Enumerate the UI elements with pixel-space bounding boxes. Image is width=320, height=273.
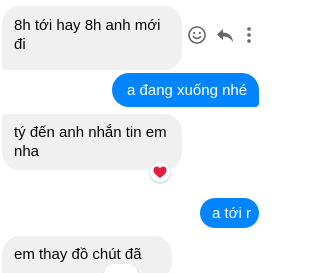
message-incoming[interactable]: tý đến anh nhắn tin em nha [2,114,182,170]
react-button[interactable] [186,24,208,46]
message-text: a đang xuống nhé [127,82,248,99]
reaction-badge[interactable] [150,162,170,182]
reaction-badge-partial[interactable] [104,264,138,273]
message-text: em thay đồ chút đã [14,246,142,263]
reply-icon [217,29,233,42]
message-outgoing[interactable]: a tới r [200,198,259,228]
more-button[interactable] [242,24,256,46]
smiley-icon [188,26,206,44]
more-vertical-icon [247,27,251,43]
message-incoming[interactable]: 8h tới hay 8h anh mới đi [2,6,182,70]
message-text: tý đến anh nhắn tin em nha [14,124,167,160]
heart-icon [153,166,167,178]
message-incoming[interactable]: em thay đồ chút đã [2,236,172,273]
message-actions [186,24,266,50]
message-text: a tới r [212,205,252,222]
message-outgoing[interactable]: a đang xuống nhé [112,73,259,107]
reply-button[interactable] [214,24,236,46]
chat-thread: 8h tới hay 8h anh mới đi a đang xuống nh… [0,0,269,273]
message-text: 8h tới hay 8h anh mới đi [14,17,161,53]
